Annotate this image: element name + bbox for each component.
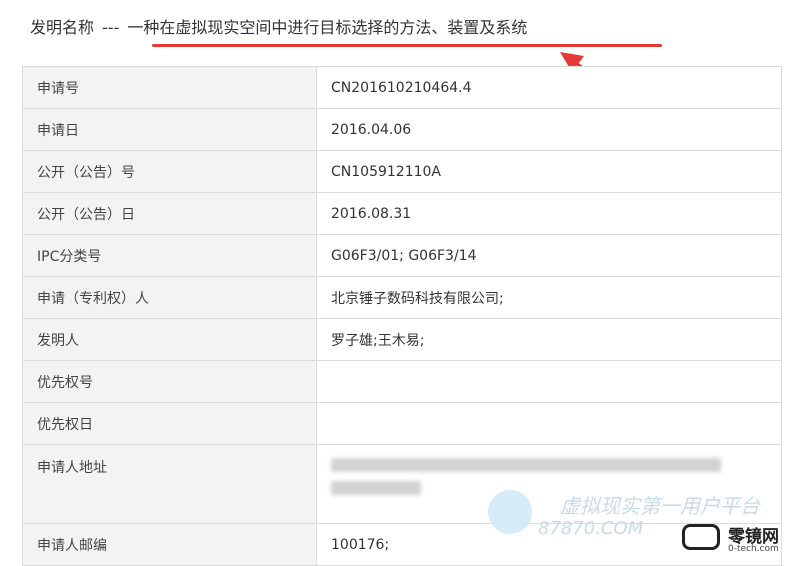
row-label: 发明人 xyxy=(22,318,317,361)
row-label: 公开（公告）号 xyxy=(22,150,317,193)
watermark-slogan: 虚拟现实第一用户平台 xyxy=(560,494,760,518)
row-label: 申请号 xyxy=(22,66,317,109)
row-label: 优先权号 xyxy=(22,360,317,403)
table-row: IPC分类号 G06F3/01; G06F3/14 xyxy=(22,234,782,277)
row-label: 申请人邮编 xyxy=(22,523,317,566)
blurred-text xyxy=(331,481,421,495)
row-label: IPC分类号 xyxy=(22,234,317,277)
mascot-icon xyxy=(488,490,532,534)
row-label: 申请日 xyxy=(22,108,317,151)
table-row: 公开（公告）号 CN105912110A xyxy=(22,150,782,193)
table-row: 申请号 CN201610210464.4 xyxy=(22,66,782,109)
row-value: 罗子雄;王木易; xyxy=(316,318,782,361)
row-label: 申请人地址 xyxy=(22,444,317,524)
table-row: 优先权日 xyxy=(22,402,782,445)
row-label: 优先权日 xyxy=(22,402,317,445)
red-underline xyxy=(152,44,662,47)
watermark-domain: 87870.COM xyxy=(538,518,644,539)
table-row: 发明人 罗子雄;王木易; xyxy=(22,318,782,361)
row-label: 申请（专利权）人 xyxy=(22,276,317,319)
table-row: 优先权号 xyxy=(22,360,782,403)
row-value xyxy=(316,360,782,403)
title-separator: --- xyxy=(102,18,120,37)
row-value xyxy=(316,402,782,445)
brand-glasses-icon xyxy=(682,524,720,550)
row-value: CN105912110A xyxy=(316,150,782,193)
brand-logo: 零镜网 0-tech.com xyxy=(682,520,800,556)
row-value: 2016.08.31 xyxy=(316,192,782,235)
table-row: 公开（公告）日 2016.08.31 xyxy=(22,192,782,235)
blurred-text xyxy=(331,458,721,472)
row-value: G06F3/01; G06F3/14 xyxy=(316,234,782,277)
table-row: 申请（专利权）人 北京锤子数码科技有限公司; xyxy=(22,276,782,319)
invention-name-label: 发明名称 xyxy=(30,18,95,37)
table-row: 申请日 2016.04.06 xyxy=(22,108,782,151)
brand-url: 0-tech.com xyxy=(728,544,779,554)
row-value: 2016.04.06 xyxy=(316,108,782,151)
invention-title-line: 发明名称 --- 一种在虚拟现实空间中进行目标选择的方法、装置及系统 xyxy=(30,14,527,38)
invention-name-value: 一种在虚拟现实空间中进行目标选择的方法、装置及系统 xyxy=(127,18,528,37)
row-label: 公开（公告）日 xyxy=(22,192,317,235)
row-value: 北京锤子数码科技有限公司; xyxy=(316,276,782,319)
row-value: CN201610210464.4 xyxy=(316,66,782,109)
